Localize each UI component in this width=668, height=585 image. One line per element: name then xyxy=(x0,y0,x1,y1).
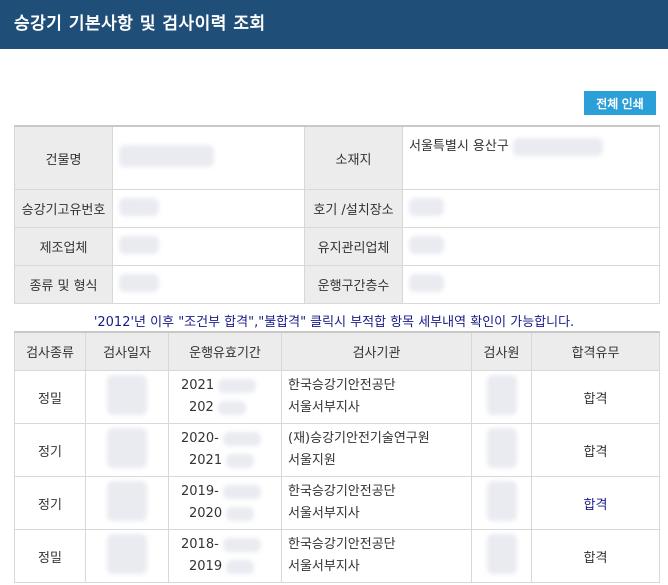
row-date xyxy=(85,476,169,530)
row-date xyxy=(85,423,169,477)
row-agency: 한국승강기안전공단 서울서부지사 xyxy=(281,476,472,530)
header-agency: 검사기관 xyxy=(281,331,472,371)
table-row: 정기 2020- 2021 (재)승강기안전기술연구원 서울지원 합격 xyxy=(14,423,660,477)
row-inspector xyxy=(471,370,532,424)
inspection-history-table: 검사종류 검사일자 운행유효기간 검사기관 검사원 합격유무 정밀 2021 2… xyxy=(14,331,660,583)
unit-place-label: 호기 /설치장소 xyxy=(304,189,403,228)
row-kind: 정밀 xyxy=(14,370,86,424)
floors-label: 운행구간층수 xyxy=(304,265,403,304)
table-row: 정밀 2021 202 한국승강기안전공단 서울서부지사 합격 xyxy=(14,370,660,424)
maintenance-label: 유지관리업체 xyxy=(304,227,403,266)
manufacturer-value xyxy=(112,227,305,266)
elevator-id-label: 승강기고유번호 xyxy=(14,189,113,228)
page-title: 승강기 기본사항 및 검사이력 조회 xyxy=(0,0,668,49)
row-result: 합격 xyxy=(531,370,660,424)
building-label: 건물명 xyxy=(14,125,113,190)
table-row: 정기 2019- 2020 한국승강기안전공단 서울서부지사 합격 xyxy=(14,476,660,530)
row-period: 2019- 2020 xyxy=(168,476,282,530)
row-period: 2018- 2019 xyxy=(168,529,282,583)
type-value xyxy=(112,265,305,304)
row-inspector xyxy=(471,423,532,477)
header-kind: 검사종류 xyxy=(14,331,86,371)
header-period: 운행유효기간 xyxy=(168,331,282,371)
row-kind: 정기 xyxy=(14,423,86,477)
result-link[interactable]: 합격 xyxy=(584,498,608,513)
row-agency: 한국승강기안전공단 서울서부지사 xyxy=(281,370,472,424)
unit-place-value xyxy=(402,189,660,228)
table-row: 정밀 2018- 2019 한국승강기안전공단 서울서부지사 합격 xyxy=(14,529,660,583)
elevator-id-value xyxy=(112,189,305,228)
print-all-button[interactable]: 전체 인쇄 xyxy=(584,91,656,115)
type-label: 종류 및 형식 xyxy=(14,265,113,304)
row-agency: 한국승강기안전공단 서울서부지사 xyxy=(281,529,472,583)
header-date: 검사일자 xyxy=(85,331,169,371)
row-inspector xyxy=(471,476,532,530)
elevator-info-table: 건물명 소재지 서울특별시 용산구 승강기고유번호 호기 /설치장소 제조업체 … xyxy=(14,125,660,304)
maintenance-value xyxy=(402,227,660,266)
header-inspector: 검사원 xyxy=(471,331,532,371)
header-result: 합격유무 xyxy=(531,331,660,371)
row-date xyxy=(85,529,169,583)
floors-value xyxy=(402,265,660,304)
row-date xyxy=(85,370,169,424)
row-kind: 정밀 xyxy=(14,529,86,583)
building-value xyxy=(112,125,305,190)
row-result: 합격 xyxy=(531,476,660,530)
row-period: 2020- 2021 xyxy=(168,423,282,477)
location-value: 서울특별시 용산구 xyxy=(402,125,660,190)
row-agency: (재)승강기안전기술연구원 서울지원 xyxy=(281,423,472,477)
manufacturer-label: 제조업체 xyxy=(14,227,113,266)
row-result: 합격 xyxy=(531,529,660,583)
row-period: 2021 202 xyxy=(168,370,282,424)
location-label: 소재지 xyxy=(304,125,403,190)
row-inspector xyxy=(471,529,532,583)
row-result: 합격 xyxy=(531,423,660,477)
notice-text: '2012'년 이후 "조건부 합격","불합격" 클릭시 부적합 항목 세부내… xyxy=(93,315,575,330)
row-kind: 정기 xyxy=(14,476,86,530)
